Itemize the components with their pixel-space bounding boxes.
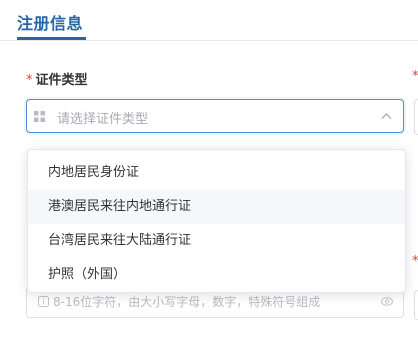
- info-icon: [38, 296, 49, 307]
- next-column-input[interactable]: [414, 99, 418, 135]
- option-hk-macao-permit[interactable]: 港澳居民来往内地通行证: [28, 190, 405, 224]
- required-mark: *: [26, 73, 33, 88]
- next-column-input-2[interactable]: [414, 290, 418, 320]
- password-hint: 8-16位字符，由大小写字母，数字，特殊符号组成: [53, 295, 321, 309]
- tab-divider: [0, 40, 418, 41]
- tab-registration-info[interactable]: 注册信息: [17, 10, 83, 34]
- id-type-dropdown: 内地居民身份证 港澳居民来往内地通行证 台湾居民来往大陆通行证 护照（外国）: [27, 149, 406, 293]
- grid-icon: [34, 111, 45, 122]
- required-mark-next-column-2: *: [412, 254, 418, 269]
- id-type-label-text: 证件类型: [35, 73, 88, 88]
- id-type-label: * 证件类型: [26, 69, 88, 88]
- registration-form: 注册信息 * 证件类型 * 请选择证件类型 * 8-16位字符，由大小写字母，数字…: [0, 0, 418, 345]
- eye-icon[interactable]: [381, 297, 393, 306]
- id-type-select[interactable]: 请选择证件类型: [26, 99, 404, 133]
- id-type-placeholder: 请选择证件类型: [57, 112, 149, 127]
- option-taiwan-permit[interactable]: 台湾居民来往大陆通行证: [28, 224, 405, 258]
- option-foreign-passport[interactable]: 护照（外国）: [28, 258, 405, 292]
- required-mark-next-column: *: [412, 69, 418, 84]
- option-mainland-id-card[interactable]: 内地居民身份证: [28, 156, 405, 190]
- chevron-up-icon[interactable]: [381, 112, 392, 120]
